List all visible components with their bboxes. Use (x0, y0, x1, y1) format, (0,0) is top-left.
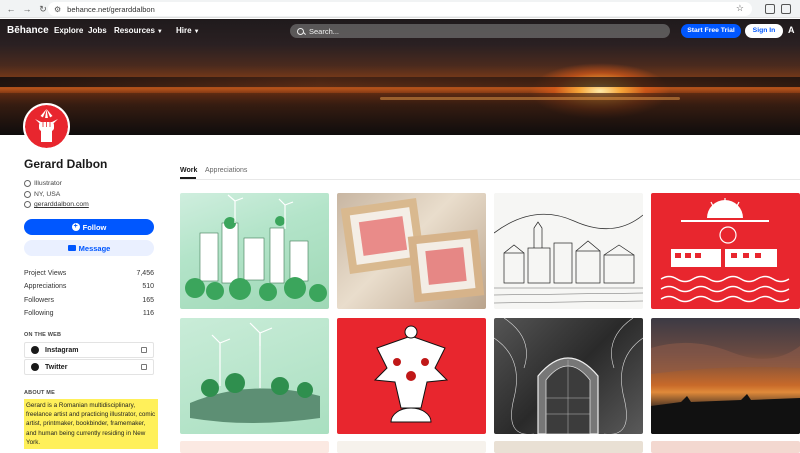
stat-project-views: Project Views 7,456 (24, 270, 154, 277)
envelope-icon (67, 245, 76, 251)
project-tile-red-eagle-illustration[interactable] (337, 318, 486, 434)
forward-icon[interactable]: → (22, 4, 32, 14)
chevron-down-icon: ▼ (156, 29, 163, 35)
site-settings-icon[interactable]: ⚙ (54, 5, 61, 14)
project-thumbnail (494, 318, 643, 434)
project-tile-green-forest-city[interactable] (180, 193, 329, 309)
tabs-divider (180, 179, 800, 180)
external-link-icon (141, 364, 147, 370)
tab-work[interactable]: Work (180, 167, 197, 174)
extensions-icon[interactable] (781, 4, 791, 14)
top-navigation: Bēhance Explore Jobs Resources ▼ Hire ▼ Se… (0, 19, 800, 43)
nav-resources-label: Resources (114, 26, 155, 35)
role-text: Illustrator (34, 180, 62, 187)
search-icon (297, 27, 304, 35)
browser-toolbar: ← → ↻ ⚙ behance.net/gerarddalbon ☆ (0, 0, 800, 18)
project-tile-peek[interactable] (651, 441, 800, 453)
project-tile-peek[interactable] (494, 441, 643, 453)
project-tile-red-train-poster[interactable] (651, 193, 800, 309)
stat-label: Appreciations (24, 283, 67, 290)
project-tile-green-wind-island[interactable] (180, 318, 329, 434)
project-thumbnail (494, 213, 643, 304)
project-thumbnail (660, 198, 790, 303)
nav-jobs[interactable]: Jobs (88, 26, 107, 35)
project-tile-sunset-photo[interactable] (651, 318, 800, 434)
project-tile-peek[interactable] (337, 441, 486, 453)
instagram-icon (31, 346, 39, 354)
search-placeholder: Search... (309, 26, 340, 36)
stat-following[interactable]: Following 116 (24, 310, 154, 317)
stat-label: Following (24, 310, 54, 317)
social-twitter[interactable]: Twitter (24, 359, 154, 375)
bookmark-star-icon[interactable]: ☆ (736, 3, 744, 14)
follow-label: Follow (82, 222, 107, 232)
url-text: behance.net/gerarddalbon (67, 4, 155, 14)
nav-resources[interactable]: Resources ▼ (114, 26, 163, 35)
profile-name: Gerard Dalbon (24, 157, 108, 171)
follow-button[interactable]: + Follow (24, 219, 154, 235)
stat-value: 510 (142, 283, 154, 290)
role-icon (24, 180, 31, 187)
message-button[interactable]: Message (24, 240, 154, 256)
chevron-down-icon: ▼ (193, 29, 200, 35)
location-icon (24, 191, 31, 198)
stat-followers[interactable]: Followers 165 (24, 297, 154, 304)
project-tile-city-ink-drawing[interactable] (494, 193, 643, 309)
profile-role: Illustrator (24, 180, 62, 187)
location-text: NY, USA (34, 191, 61, 198)
external-link-icon (141, 347, 147, 353)
social-label: Twitter (45, 363, 68, 371)
project-thumbnail (373, 325, 449, 423)
project-tile-peek[interactable] (180, 441, 329, 453)
project-thumbnail (340, 198, 485, 303)
project-thumbnail (651, 342, 800, 434)
profile-website[interactable]: gerarddalbon.com (24, 201, 89, 208)
nav-hire-label: Hire (176, 26, 192, 35)
project-tile-gothic-door-engraving[interactable] (494, 318, 643, 434)
social-label: Instagram (45, 346, 79, 354)
stat-value: 7,456 (136, 270, 154, 277)
project-thumbnail (185, 194, 327, 302)
address-bar[interactable]: ⚙ behance.net/gerarddalbon ☆ (48, 2, 752, 16)
back-icon[interactable]: ← (6, 4, 16, 14)
banner-sun-reflection (380, 97, 680, 100)
twitter-icon (31, 363, 39, 371)
adobe-logo[interactable]: A (788, 25, 795, 35)
search-input[interactable]: Search... (290, 24, 670, 38)
banner-horizon (0, 77, 800, 87)
stat-appreciations: Appreciations 510 (24, 283, 154, 290)
stat-value: 165 (142, 297, 154, 304)
sign-in-button[interactable]: Sign In (745, 24, 783, 38)
project-tile-red-prints-frames[interactable] (337, 193, 486, 309)
start-free-trial-button[interactable]: Start Free Trial (681, 24, 741, 38)
nav-explore[interactable]: Explore (54, 26, 83, 35)
avatar[interactable] (23, 103, 70, 150)
fist-logo-icon (25, 105, 68, 148)
reload-icon[interactable]: ↻ (38, 4, 48, 14)
stat-value: 116 (142, 310, 154, 317)
link-icon (24, 201, 31, 208)
website-text[interactable]: gerarddalbon.com (34, 201, 89, 208)
stat-label: Followers (24, 297, 54, 304)
stat-label: Project Views (24, 270, 67, 277)
nav-hire[interactable]: Hire ▼ (176, 26, 200, 35)
profile-location: NY, USA (24, 191, 60, 198)
behance-logo[interactable]: Bēhance (7, 25, 49, 36)
on-the-web-heading: ON THE WEB (24, 332, 62, 338)
plus-icon: + (71, 223, 80, 231)
download-icon[interactable] (765, 4, 775, 14)
social-instagram[interactable]: Instagram (24, 342, 154, 358)
about-me-text: Gerard is a Romanian multidisciplinary, … (24, 399, 158, 450)
message-label: Message (78, 243, 111, 253)
tab-appreciations[interactable]: Appreciations (205, 167, 247, 174)
about-me-heading: ABOUT ME (24, 390, 55, 396)
project-thumbnail (190, 322, 320, 423)
